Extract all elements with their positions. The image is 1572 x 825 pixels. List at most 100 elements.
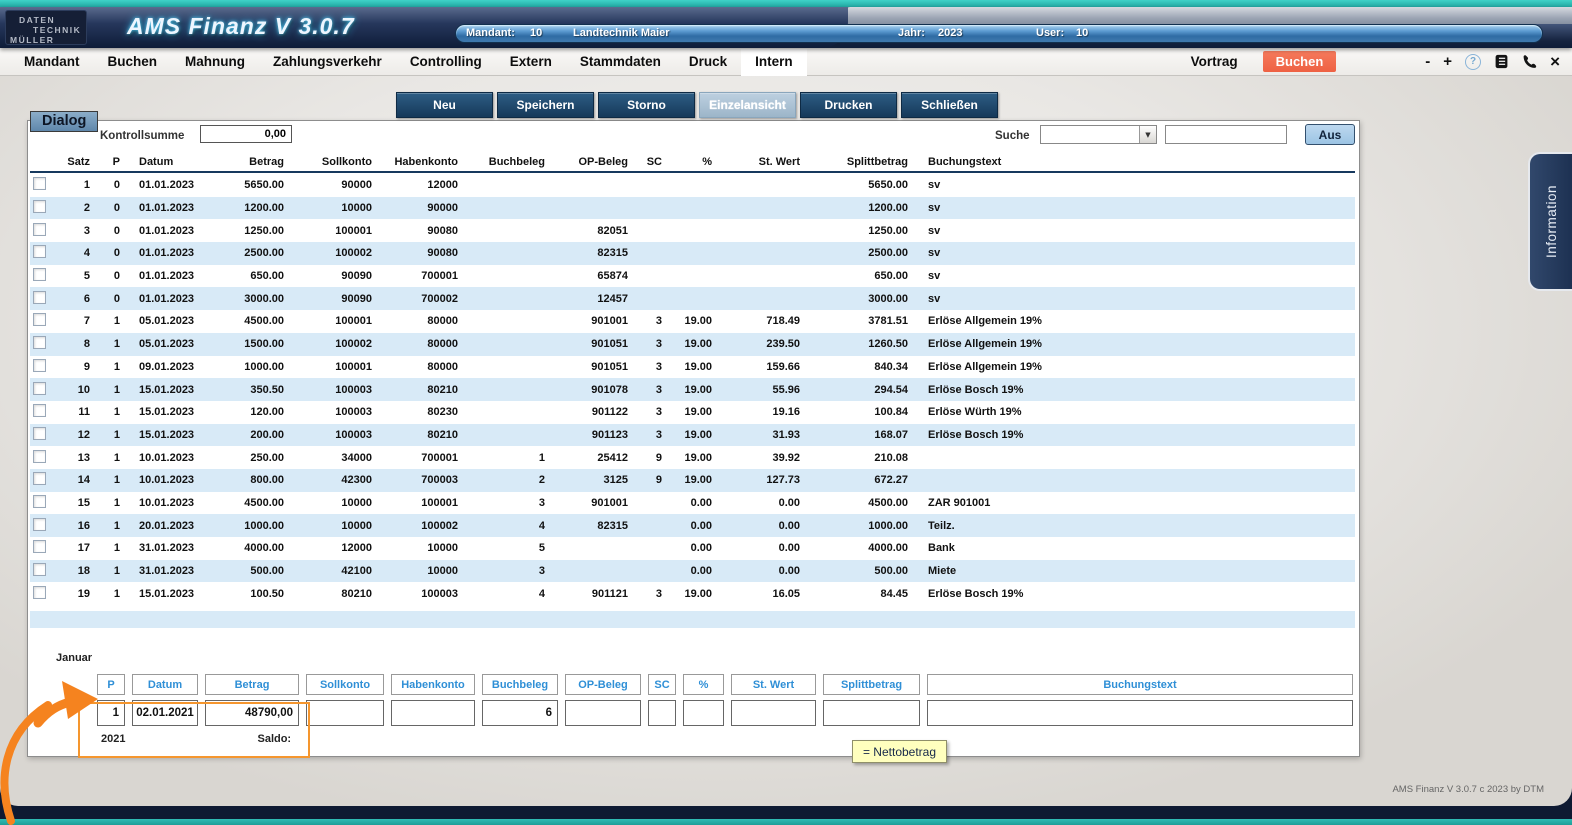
row-checkbox[interactable] xyxy=(33,245,46,258)
row-checkbox[interactable] xyxy=(33,223,46,236)
kontrollsumme-input[interactable]: 0,00 xyxy=(200,125,292,143)
toolbar-button-storno[interactable]: Storno xyxy=(598,92,695,118)
jahr-label: Jahr: xyxy=(898,27,925,39)
cell-habenkonto: 80000 xyxy=(374,315,460,327)
cell-betrag: 1000.00 xyxy=(222,520,286,532)
cell-buchungstext: Erlöse Würth 19% xyxy=(910,406,1355,418)
row-checkbox[interactable] xyxy=(33,518,46,531)
entry-input-buchbeleg[interactable]: 6 xyxy=(482,700,558,726)
row-checkbox[interactable] xyxy=(33,495,46,508)
col-header-sc: SC xyxy=(630,156,664,168)
row-checkbox[interactable] xyxy=(33,563,46,576)
suche-field-select[interactable]: ▼ xyxy=(1040,125,1157,144)
chevron-down-icon[interactable]: ▼ xyxy=(1139,126,1156,143)
row-checkbox[interactable] xyxy=(33,200,46,213)
menu-item-intern[interactable]: Intern xyxy=(741,49,807,74)
table-row: 18131.01.2023500.00421001000030.000.0050… xyxy=(30,560,1355,583)
row-checkbox[interactable] xyxy=(33,540,46,553)
cell-satz: 10 xyxy=(54,384,92,396)
entry-input-p[interactable]: 1 xyxy=(97,700,125,726)
entry-input-sc[interactable] xyxy=(648,700,676,726)
cell-habenkonto: 700002 xyxy=(374,293,460,305)
logo-line-3: MÜLLER xyxy=(6,35,86,45)
table-row: 2001.01.20231200.0010000900001200.00sv xyxy=(30,197,1355,220)
menu-item-druck[interactable]: Druck xyxy=(675,49,741,74)
cell-habenkonto: 700003 xyxy=(374,474,460,486)
table-row: 16120.01.20231000.00100001000024823150.0… xyxy=(30,514,1355,537)
menu-item-zahlungsverkehr[interactable]: Zahlungsverkehr xyxy=(259,49,396,74)
entry-input-buchungstext[interactable] xyxy=(927,700,1353,726)
row-checkbox[interactable] xyxy=(33,450,46,463)
cell-betrag: 4500.00 xyxy=(222,497,286,509)
cell-p: 1 xyxy=(92,565,122,577)
cell-betrag: 2500.00 xyxy=(222,247,286,259)
entry-input-op-beleg[interactable] xyxy=(565,700,641,726)
close-icon[interactable]: × xyxy=(1550,54,1560,69)
cell-sc: 9 xyxy=(630,474,664,486)
entry-input-st-wert[interactable] xyxy=(731,700,816,726)
cell-splittbetrag: 2500.00 xyxy=(802,247,910,259)
menu-item-mahnung[interactable]: Mahnung xyxy=(171,49,259,74)
entry-input-splittbetrag[interactable] xyxy=(823,700,920,726)
row-checkbox[interactable] xyxy=(33,382,46,395)
cell-splittbetrag: 210.08 xyxy=(802,452,910,464)
entry-input-datum[interactable]: 02.01.2021 xyxy=(132,700,198,726)
row-checkbox[interactable] xyxy=(33,313,46,326)
row-checkbox[interactable] xyxy=(33,291,46,304)
minimize-icon[interactable]: - xyxy=(1425,54,1430,69)
toolbar-button-einzelansicht[interactable]: Einzelansicht xyxy=(699,92,796,118)
vortrag-menu-item[interactable]: Vortrag xyxy=(1191,54,1238,69)
cell-datum: 10.01.2023 xyxy=(122,474,222,486)
kontrollsumme-label: Kontrollsumme xyxy=(100,130,184,142)
table-row: 4001.01.20232500.0010000290080823152500.… xyxy=(30,242,1355,265)
cell-buchungstext: ZAR 901001 xyxy=(910,497,1355,509)
menu-item-mandant[interactable]: Mandant xyxy=(10,49,94,74)
entry-input-sollkonto[interactable] xyxy=(306,700,384,726)
toolbar-button-schlie-en[interactable]: Schließen xyxy=(901,92,998,118)
cell-habenkonto: 10000 xyxy=(374,542,460,554)
cell-buchbeleg: 4 xyxy=(460,520,547,532)
col-header-col: % xyxy=(664,156,714,168)
cell-buchungstext: Erlöse Allgemein 19% xyxy=(910,315,1355,327)
toolbar-button-speichern[interactable]: Speichern xyxy=(497,92,594,118)
help-icon[interactable]: ? xyxy=(1465,54,1481,70)
phone-icon[interactable] xyxy=(1522,54,1537,69)
cell-buchungstext: Erlöse Allgemein 19% xyxy=(910,361,1355,373)
entry-input-col[interactable] xyxy=(683,700,724,726)
row-checkbox[interactable] xyxy=(33,586,46,599)
entry-input-habenkonto[interactable] xyxy=(391,700,475,726)
col-header-p: P xyxy=(92,156,122,168)
menu-item-stammdaten[interactable]: Stammdaten xyxy=(566,49,675,74)
menu-item-extern[interactable]: Extern xyxy=(496,49,566,74)
year-label: 2021 xyxy=(101,733,125,745)
toolbar-button-neu[interactable]: Neu xyxy=(396,92,493,118)
cell-habenkonto: 80230 xyxy=(374,406,460,418)
row-checkbox[interactable] xyxy=(33,427,46,440)
row-checkbox[interactable] xyxy=(33,404,46,417)
row-checkbox[interactable] xyxy=(33,359,46,372)
table-row: 15110.01.20234500.001000010000139010010.… xyxy=(30,492,1355,515)
cell-habenkonto: 90080 xyxy=(374,247,460,259)
aus-button[interactable]: Aus xyxy=(1305,124,1355,145)
row-checkbox[interactable] xyxy=(33,177,46,190)
cell-buchungstext: sv xyxy=(910,202,1355,214)
suche-input[interactable] xyxy=(1165,125,1287,144)
cell-buchungstext: sv xyxy=(910,270,1355,282)
row-checkbox[interactable] xyxy=(33,268,46,281)
cell-sollkonto: 100001 xyxy=(286,315,374,327)
journal-icon[interactable] xyxy=(1494,54,1509,69)
cell-sollkonto: 100002 xyxy=(286,247,374,259)
entry-input-betrag[interactable]: 48790,00 xyxy=(205,700,299,726)
row-checkbox[interactable] xyxy=(33,472,46,485)
toolbar-button-drucken[interactable]: Drucken xyxy=(800,92,897,118)
maximize-icon[interactable]: + xyxy=(1443,54,1452,69)
cell-betrag: 100.50 xyxy=(222,588,286,600)
nettobetrag-tooltip: = Nettobetrag xyxy=(852,740,947,763)
dialog-tab[interactable]: Dialog xyxy=(30,111,98,132)
cell-sollkonto: 10000 xyxy=(286,520,374,532)
menu-item-controlling[interactable]: Controlling xyxy=(396,49,496,74)
row-checkbox[interactable] xyxy=(33,336,46,349)
buchen-button[interactable]: Buchen xyxy=(1263,51,1337,72)
menu-item-buchen[interactable]: Buchen xyxy=(94,49,172,74)
information-tab[interactable]: Information xyxy=(1528,152,1572,291)
